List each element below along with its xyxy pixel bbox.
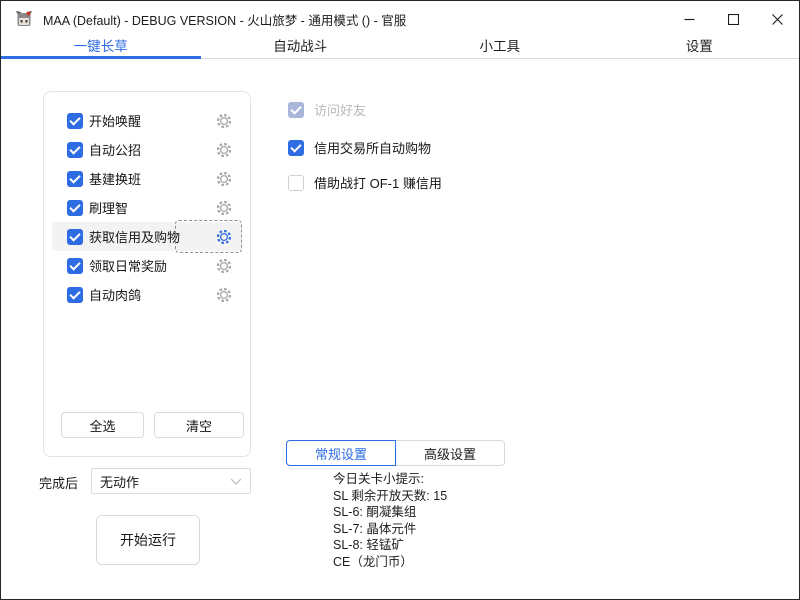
option-label: 借助战打 OF-1 赚信用 (314, 173, 442, 192)
minimize-icon (684, 14, 695, 25)
start-run-button[interactable]: 开始运行 (96, 515, 200, 565)
task-row-infrast[interactable]: 基建换班 (52, 164, 242, 193)
window-controls (667, 1, 799, 37)
check-icon (290, 141, 301, 152)
checkbox-wakeup[interactable] (67, 113, 83, 129)
gear-icon-infrast[interactable] (212, 167, 236, 191)
tab-tools[interactable]: 小工具 (400, 37, 600, 58)
option-credit-shopping[interactable]: 信用交易所自动购物 (288, 138, 431, 157)
app-logo-icon (14, 9, 34, 29)
tips-line: 今日关卡小提示: (333, 471, 447, 488)
close-button[interactable] (755, 1, 799, 37)
checkbox-roguelike[interactable] (67, 287, 83, 303)
check-icon (69, 201, 80, 212)
check-icon (290, 103, 301, 114)
task-label: 刷理智 (89, 198, 128, 217)
task-row-wakeup[interactable]: 开始唤醒 (52, 106, 242, 135)
tab-farming[interactable]: 一键长草 (1, 37, 201, 58)
close-icon (772, 14, 783, 25)
checkbox-recruit[interactable] (67, 142, 83, 158)
task-row-roguelike[interactable]: 自动肉鸽 (52, 280, 242, 309)
gear-icon-award[interactable] (212, 254, 236, 278)
settings-tab-group: 常规设置 高级设置 (286, 440, 506, 466)
task-label: 基建换班 (89, 169, 141, 188)
chevron-down-icon (230, 478, 242, 485)
select-all-button[interactable]: 全选 (61, 412, 144, 438)
after-finish-dropdown[interactable]: 无动作 (91, 468, 251, 494)
maximize-button[interactable] (711, 1, 755, 37)
check-icon (69, 114, 80, 125)
tips-line: SL-8: 轻锰矿 (333, 537, 447, 554)
tab-general-settings[interactable]: 常规设置 (286, 440, 396, 466)
gear-icon-mall[interactable] (212, 225, 236, 249)
gear-icon-wakeup[interactable] (212, 109, 236, 133)
task-label: 开始唤醒 (89, 111, 141, 130)
option-label: 信用交易所自动购物 (314, 138, 431, 157)
checkbox-visit-friends (288, 102, 304, 118)
main-tab-bar: 一键长草 自动战斗 小工具 设置 (1, 37, 799, 59)
checkbox-mall[interactable] (67, 229, 83, 245)
task-label: 获取信用及购物 (89, 227, 180, 246)
tab-advanced-settings[interactable]: 高级设置 (395, 440, 505, 466)
tips-line: SL-7: 晶体元件 (333, 521, 447, 538)
check-icon (69, 259, 80, 270)
task-row-mall[interactable]: 获取信用及购物 (52, 222, 242, 251)
tips-line: CE（龙门币） (333, 554, 447, 571)
checkbox-award[interactable] (67, 258, 83, 274)
check-icon (69, 143, 80, 154)
checkbox-credit-shopping[interactable] (288, 140, 304, 156)
check-icon (69, 230, 80, 241)
option-label: 访问好友 (314, 100, 366, 119)
tips-line: SL 剩余开放天数: 15 (333, 488, 447, 505)
minimize-button[interactable] (667, 1, 711, 37)
after-finish-label: 完成后 (39, 473, 78, 492)
task-label: 自动公招 (89, 140, 141, 159)
checkbox-fight[interactable] (67, 200, 83, 216)
tab-settings[interactable]: 设置 (600, 37, 800, 58)
window-title: MAA (Default) - DEBUG VERSION - 火山旅梦 - 通… (43, 10, 406, 29)
clear-button[interactable]: 清空 (154, 412, 244, 438)
gear-icon-roguelike[interactable] (212, 283, 236, 307)
task-row-fight[interactable]: 刷理智 (52, 193, 242, 222)
gear-icon-recruit[interactable] (212, 138, 236, 162)
check-icon (69, 288, 80, 299)
app-window: MAA (Default) - DEBUG VERSION - 火山旅梦 - 通… (0, 0, 800, 600)
stage-tips: 今日关卡小提示: SL 剩余开放天数: 15 SL-6: 酮凝集组 SL-7: … (333, 471, 447, 570)
task-list-panel: 开始唤醒 自动公招 基建换班 刷理智 (43, 91, 251, 457)
dropdown-value: 无动作 (100, 472, 139, 491)
maximize-icon (728, 14, 739, 25)
task-label: 领取日常奖励 (89, 256, 167, 275)
option-of1-credit[interactable]: 借助战打 OF-1 赚信用 (288, 173, 442, 192)
title-bar: MAA (Default) - DEBUG VERSION - 火山旅梦 - 通… (1, 1, 799, 37)
tips-line: SL-6: 酮凝集组 (333, 504, 447, 521)
task-row-recruit[interactable]: 自动公招 (52, 135, 242, 164)
gear-icon-fight[interactable] (212, 196, 236, 220)
tab-copilot[interactable]: 自动战斗 (201, 37, 401, 58)
task-row-award[interactable]: 领取日常奖励 (52, 251, 242, 280)
checkbox-of1-credit[interactable] (288, 175, 304, 191)
checkbox-infrast[interactable] (67, 171, 83, 187)
check-icon (69, 172, 80, 183)
task-label: 自动肉鸽 (89, 285, 141, 304)
option-visit-friends: 访问好友 (288, 100, 366, 119)
